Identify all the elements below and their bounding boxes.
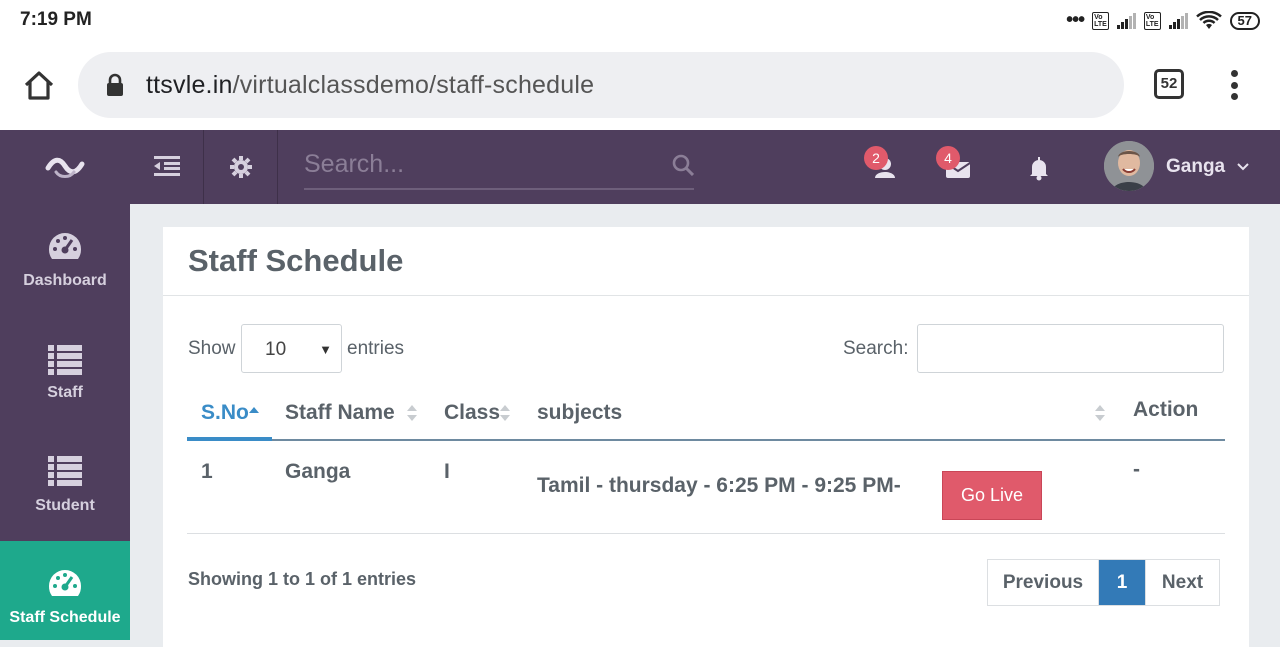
cell-subjects: Tamil - thursday - 6:25 PM - 9:25 PM- <box>537 474 901 497</box>
mail-count-badge: 4 <box>936 146 960 170</box>
lock-icon <box>107 73 123 96</box>
sidebar-item-staff-schedule[interactable]: Staff Schedule <box>0 541 130 640</box>
pagination: Previous 1 Next <box>987 559 1220 606</box>
search-icon[interactable] <box>672 154 694 176</box>
status-time: 7:19 PM <box>20 9 92 30</box>
user-name[interactable]: Ganga <box>1166 156 1225 178</box>
chevron-down-icon[interactable] <box>1236 160 1250 174</box>
list-icon <box>48 345 82 375</box>
column-header-class[interactable]: Class <box>444 401 500 425</box>
users-count-badge: 2 <box>864 146 888 170</box>
list-icon <box>48 456 82 486</box>
sidebar-item-label: Staff <box>47 384 83 401</box>
cell-sno: 1 <box>201 460 213 483</box>
sidebar-item-dashboard[interactable]: Dashboard <box>0 220 130 332</box>
table-info: Showing 1 to 1 of 1 entries <box>188 569 417 589</box>
page-1-button[interactable]: 1 <box>1099 560 1145 605</box>
sorted-column-indicator <box>187 437 272 441</box>
url-text[interactable]: ttsvle.in/virtualclassdemo/staff-schedul… <box>146 71 594 100</box>
settings-button[interactable] <box>204 130 278 204</box>
dashboard-icon <box>48 570 82 596</box>
previous-page-button[interactable]: Previous <box>988 560 1099 605</box>
sort-icon <box>1095 405 1105 421</box>
tab-switcher-button[interactable]: 52 <box>1154 69 1184 99</box>
browser-toolbar: ttsvle.in/virtualclassdemo/staff-schedul… <box>0 40 1280 130</box>
cell-action: - <box>1133 458 1140 481</box>
browser-menu-icon[interactable] <box>1222 68 1246 102</box>
show-label: Show <box>188 338 236 359</box>
sidebar-item-staff[interactable]: Staff <box>0 332 130 444</box>
cell-staff-name: Ganga <box>285 460 351 483</box>
url-domain: ttsvle.in <box>146 71 233 99</box>
volte-icon: Vo LTE <box>1092 11 1109 30</box>
column-header-subjects[interactable]: subjects <box>537 401 622 425</box>
entries-label: entries <box>347 338 405 359</box>
sidebar-item-label: Student <box>35 497 95 514</box>
global-search <box>304 144 694 190</box>
next-page-button[interactable]: Next <box>1145 560 1219 605</box>
sidebar-toggle-button[interactable] <box>130 130 204 204</box>
collapse-menu-icon <box>154 156 180 176</box>
signal-icon <box>1116 12 1136 29</box>
address-bar[interactable]: ttsvle.in/virtualclassdemo/staff-schedul… <box>78 52 1124 118</box>
sidebar-item-label: Staff Schedule <box>9 609 121 626</box>
table-search-input[interactable] <box>917 324 1224 373</box>
status-bar: 7:19 PM ••• Vo LTE Vo LTE 57 <box>0 0 1280 40</box>
column-header-action: Action <box>1133 398 1199 421</box>
url-path: /virtualclassdemo/staff-schedule <box>232 71 595 99</box>
column-header-staff-name[interactable]: Staff Name <box>285 401 395 425</box>
status-icons: ••• Vo LTE Vo LTE 57 <box>1066 9 1260 32</box>
battery-icon: 57 <box>1229 11 1260 30</box>
divider <box>163 295 1249 296</box>
dropdown-arrow-icon: ▼ <box>319 342 332 357</box>
alerts-button[interactable] <box>1022 150 1056 184</box>
column-header-sno[interactable]: S.No <box>201 401 249 425</box>
bell-icon <box>1030 157 1048 181</box>
table-header-border <box>187 439 1225 441</box>
top-navbar: 2 4 Ganga <box>130 130 1280 204</box>
sort-icon <box>500 405 510 421</box>
table-search-label: Search: <box>843 338 909 359</box>
table-row-border <box>187 533 1225 534</box>
users-notification-button[interactable]: 2 <box>864 146 902 184</box>
wifi-icon <box>1195 10 1222 29</box>
entries-per-page-select[interactable]: 10 ▼ <box>241 324 342 373</box>
sidebar-item-label: Dashboard <box>23 272 107 289</box>
cell-class: I <box>444 460 450 483</box>
page-title: Staff Schedule <box>188 243 404 278</box>
sort-icon <box>407 405 417 421</box>
more-notifications-icon: ••• <box>1066 9 1085 31</box>
sort-ascending-icon <box>249 407 259 413</box>
sidebar: Dashboard Staff Student Staff Schedule <box>0 130 130 640</box>
entries-select-value: 10 <box>265 339 287 360</box>
gear-icon <box>230 156 252 178</box>
mail-notification-button[interactable]: 4 <box>936 146 974 184</box>
app-logo[interactable] <box>44 152 86 182</box>
staff-schedule-panel: Staff Schedule Show 10 ▼ entries Search:… <box>163 227 1249 647</box>
home-icon[interactable] <box>22 68 56 102</box>
signal-icon <box>1168 12 1188 29</box>
dashboard-icon <box>48 233 82 259</box>
global-search-input[interactable] <box>304 144 664 184</box>
avatar[interactable] <box>1104 141 1154 191</box>
go-live-button[interactable]: Go Live <box>942 471 1042 520</box>
volte-icon: Vo LTE <box>1143 11 1161 30</box>
user-photo <box>1104 141 1154 191</box>
